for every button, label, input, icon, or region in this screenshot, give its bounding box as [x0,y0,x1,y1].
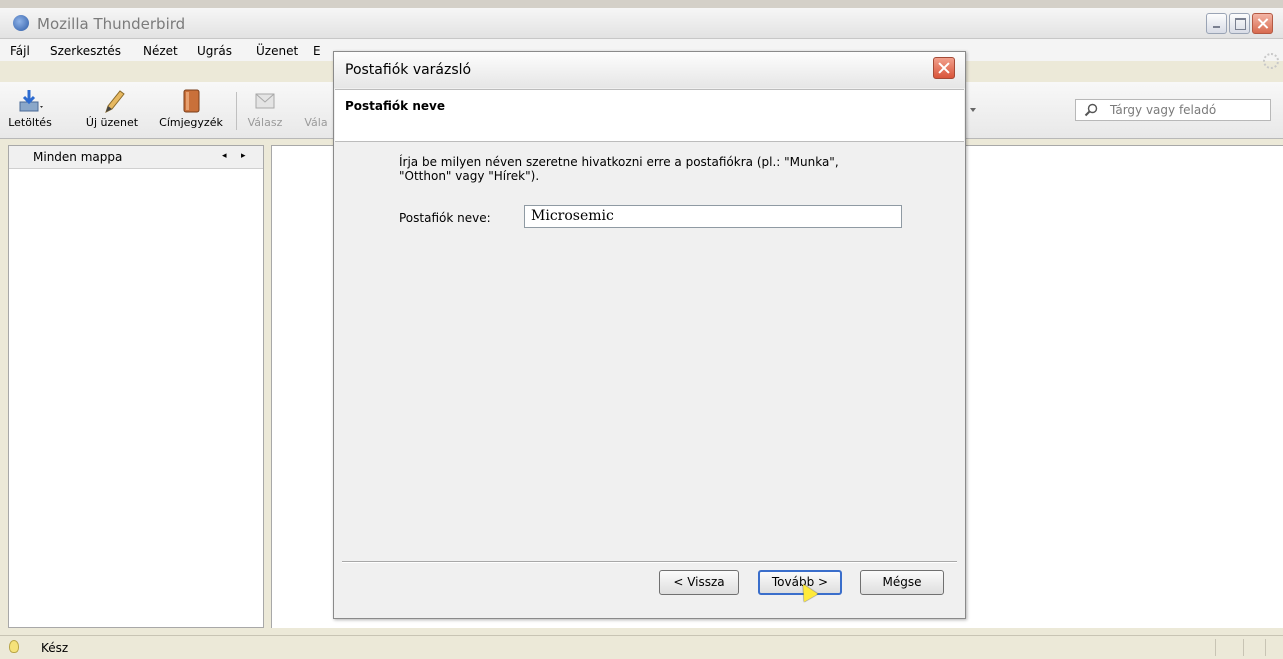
menu-file-label: Fájl [10,44,30,58]
address-book-button[interactable]: Címjegyzék [153,84,229,134]
toolbar-separator [236,92,237,130]
reply-button: Válasz [243,84,287,134]
maximize-button[interactable] [1229,13,1250,34]
address-book-icon [183,89,200,113]
titlebar[interactable]: Mozilla Thunderbird [0,8,1283,39]
previous-view-icon[interactable]: ◂ [222,151,227,161]
thunderbird-icon [13,15,29,31]
account-name-label: Postafiók neve: [399,211,491,225]
status-divider [1215,639,1216,656]
status-text: Kész [41,641,69,655]
dialog-separator [342,561,957,563]
dialog-heading: Postafiók neve [345,99,445,113]
menu-edit[interactable]: Szerkesztés [50,44,121,58]
statusbar: Kész [0,635,1283,659]
new-message-label: Új üzenet [85,116,139,129]
status-divider [1243,639,1244,656]
menu-edit-label: Szerkesztés [50,44,122,58]
folder-pane[interactable]: Minden mappa ◂ ▸ [8,145,264,628]
chevron-down-icon[interactable] [970,108,976,112]
search-placeholder: Tárgy vagy feladó [1110,103,1217,117]
pencil-icon [105,90,125,113]
folder-view-title: Minden mappa [33,150,123,164]
reply-all-label: Vála [304,116,328,129]
status-bulb-icon [9,640,19,653]
reply-icon [255,93,275,109]
folder-pane-header: Minden mappa ◂ ▸ [9,146,263,169]
dialog-title: Postafiók varázsló [345,62,472,78]
menu-message[interactable]: Üzenet [256,44,298,58]
search-icon [1084,103,1098,117]
account-name-field[interactable]: Microsemic [524,205,902,228]
download-button[interactable]: Letöltés [0,84,60,134]
status-divider [1265,639,1266,656]
account-wizard-dialog: Postafiók varázsló Postafiók neve Írja b… [333,51,966,619]
top-edge [0,0,1283,8]
dialog-titlebar[interactable]: Postafiók varázsló [334,52,965,88]
menu-message-label: Üzenet [256,44,299,58]
menu-go-label: Ugrás [197,44,232,58]
download-label: Letöltés [8,116,52,129]
activity-throbber-icon [1263,53,1279,69]
reply-all-button: Vála [300,84,332,134]
menu-tools-label: E [313,44,321,58]
menu-view-label: Nézet [143,44,178,58]
new-message-button[interactable]: Új üzenet [74,84,150,134]
dialog-close-button[interactable] [933,57,955,79]
menu-file[interactable]: Fájl [10,44,30,58]
download-mail-icon [19,90,43,112]
back-button[interactable]: < Vissza [659,570,739,595]
menu-go[interactable]: Ugrás [197,44,232,58]
address-book-label: Címjegyzék [159,116,223,129]
dialog-body: Írja be milyen néven szeretne hivatkozni… [342,146,957,561]
search-input[interactable]: Tárgy vagy feladó [1075,99,1271,121]
minimize-button[interactable] [1206,13,1227,34]
window-title: Mozilla Thunderbird [37,15,186,33]
dialog-header: Postafiók neve [335,89,964,142]
next-view-icon[interactable]: ▸ [241,151,246,161]
close-window-button[interactable] [1252,13,1273,34]
dialog-description: Írja be milyen néven szeretne hivatkozni… [399,155,839,183]
menu-view[interactable]: Nézet [143,44,178,58]
reply-label: Válasz [247,116,283,129]
cancel-button[interactable]: Mégse [860,570,944,595]
menu-tools[interactable]: E [313,44,321,58]
